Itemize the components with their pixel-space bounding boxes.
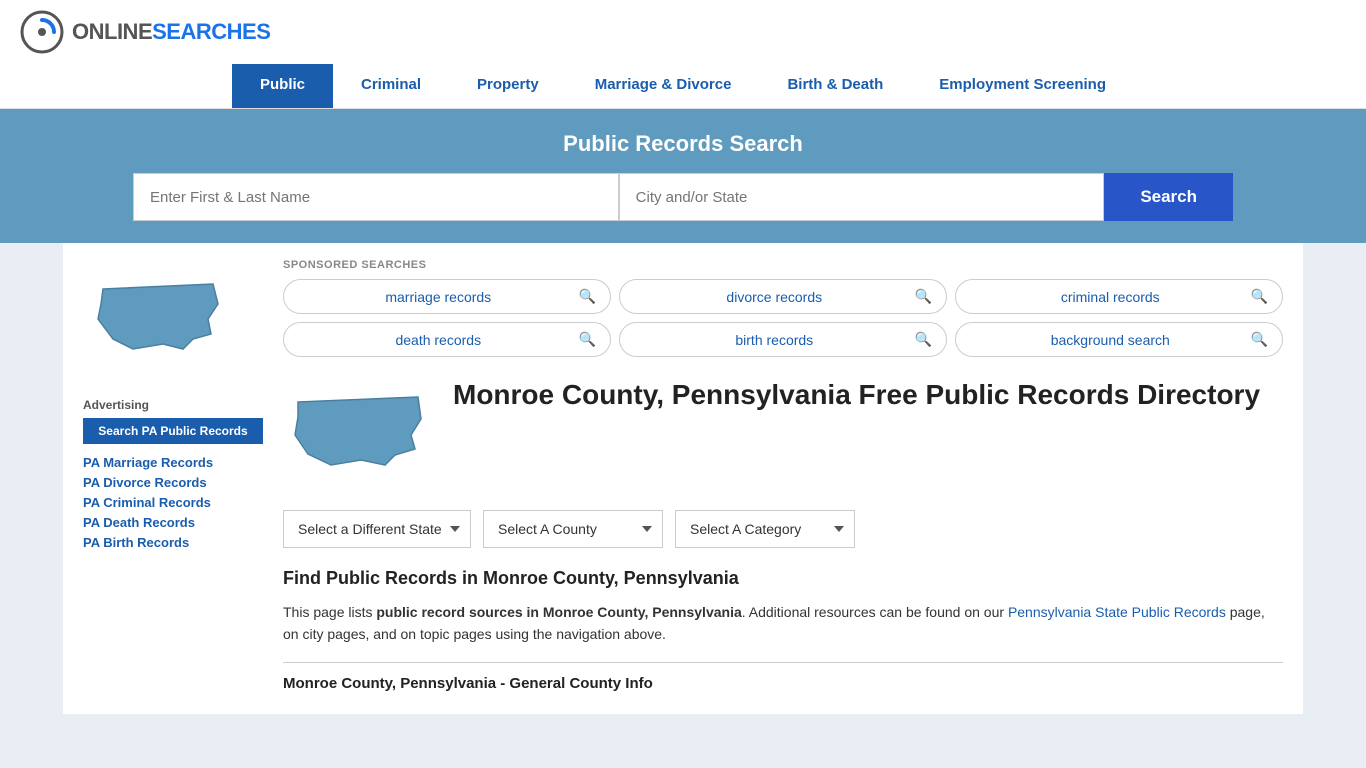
sponsored-item[interactable]: birth records 🔍 — [619, 322, 947, 357]
sponsored-grid: marriage records 🔍 divorce records 🔍 cri… — [283, 279, 1283, 357]
sidebar-link-divorce[interactable]: PA Divorce Records — [83, 475, 207, 490]
nav-item-public[interactable]: Public — [232, 64, 333, 108]
sidebar-link-marriage[interactable]: PA Marriage Records — [83, 455, 213, 470]
list-item: PA Criminal Records — [83, 494, 263, 510]
location-input[interactable] — [619, 173, 1105, 221]
page-title: Monroe County, Pennsylvania Free Public … — [453, 377, 1260, 413]
logo-icon — [20, 10, 64, 54]
sponsored-label: SPONSORED SEARCHES — [283, 259, 1283, 271]
sidebar-link-death[interactable]: PA Death Records — [83, 515, 195, 530]
search-icon: 🔍 — [915, 331, 932, 348]
page-title-section: Monroe County, Pennsylvania Free Public … — [283, 377, 1283, 490]
pa-map-large-icon — [283, 377, 433, 487]
sidebar: Advertising Search PA Public Records PA … — [83, 259, 263, 698]
header: ONLINESEARCHES — [0, 0, 1366, 64]
sponsored-item[interactable]: death records 🔍 — [283, 322, 611, 357]
pa-records-link[interactable]: Pennsylvania State Public Records — [1008, 604, 1226, 620]
sidebar-ad-button[interactable]: Search PA Public Records — [83, 418, 263, 444]
name-input[interactable] — [133, 173, 619, 221]
section-divider — [283, 662, 1283, 663]
sidebar-link-birth[interactable]: PA Birth Records — [83, 535, 189, 550]
state-map-large — [283, 377, 433, 490]
search-icon: 🔍 — [915, 288, 932, 305]
sponsored-item-text: background search — [970, 332, 1251, 348]
search-icon: 🔍 — [579, 288, 596, 305]
nav-item-birth-death[interactable]: Birth & Death — [759, 64, 911, 108]
find-records-text: This page lists public record sources in… — [283, 601, 1283, 646]
nav-item-property[interactable]: Property — [449, 64, 567, 108]
nav-item-employment[interactable]: Employment Screening — [911, 64, 1134, 108]
sponsored-item[interactable]: criminal records 🔍 — [955, 279, 1283, 314]
logo-text: ONLINESEARCHES — [72, 19, 270, 45]
nav-item-marriage-divorce[interactable]: Marriage & Divorce — [567, 64, 760, 108]
search-icon: 🔍 — [1251, 331, 1268, 348]
sponsored-item[interactable]: background search 🔍 — [955, 322, 1283, 357]
search-banner: Public Records Search Search — [0, 109, 1366, 243]
main-nav: Public Criminal Property Marriage & Divo… — [0, 64, 1366, 109]
sidebar-links: PA Marriage Records PA Divorce Records P… — [83, 454, 263, 550]
county-dropdown[interactable]: Select A County — [483, 510, 663, 548]
sponsored-item[interactable]: marriage records 🔍 — [283, 279, 611, 314]
list-item: PA Divorce Records — [83, 474, 263, 490]
search-banner-title: Public Records Search — [20, 131, 1346, 157]
state-map — [83, 259, 263, 382]
list-item: PA Death Records — [83, 514, 263, 530]
list-item: PA Marriage Records — [83, 454, 263, 470]
sponsored-item[interactable]: divorce records 🔍 — [619, 279, 947, 314]
sponsored-item-text: death records — [298, 332, 579, 348]
content-area: SPONSORED SEARCHES marriage records 🔍 di… — [283, 259, 1283, 698]
sponsored-item-text: marriage records — [298, 289, 579, 305]
advertising-label: Advertising — [83, 398, 263, 412]
dropdown-row: Select a Different State Select A County… — [283, 510, 1283, 548]
sponsored-item-text: birth records — [634, 332, 915, 348]
search-button[interactable]: Search — [1104, 173, 1233, 221]
category-dropdown[interactable]: Select A Category — [675, 510, 855, 548]
list-item: PA Birth Records — [83, 534, 263, 550]
search-form: Search — [133, 173, 1233, 221]
search-icon: 🔍 — [1251, 288, 1268, 305]
pa-state-map-icon — [83, 259, 233, 379]
nav-item-criminal[interactable]: Criminal — [333, 64, 449, 108]
county-info-title: Monroe County, Pennsylvania - General Co… — [283, 675, 1283, 698]
sponsored-item-text: divorce records — [634, 289, 915, 305]
logo[interactable]: ONLINESEARCHES — [20, 10, 270, 54]
search-icon: 🔍 — [579, 331, 596, 348]
sponsored-item-text: criminal records — [970, 289, 1251, 305]
state-dropdown[interactable]: Select a Different State — [283, 510, 471, 548]
find-records-title: Find Public Records in Monroe County, Pe… — [283, 568, 1283, 589]
main-container: Advertising Search PA Public Records PA … — [63, 243, 1303, 714]
sidebar-link-criminal[interactable]: PA Criminal Records — [83, 495, 211, 510]
